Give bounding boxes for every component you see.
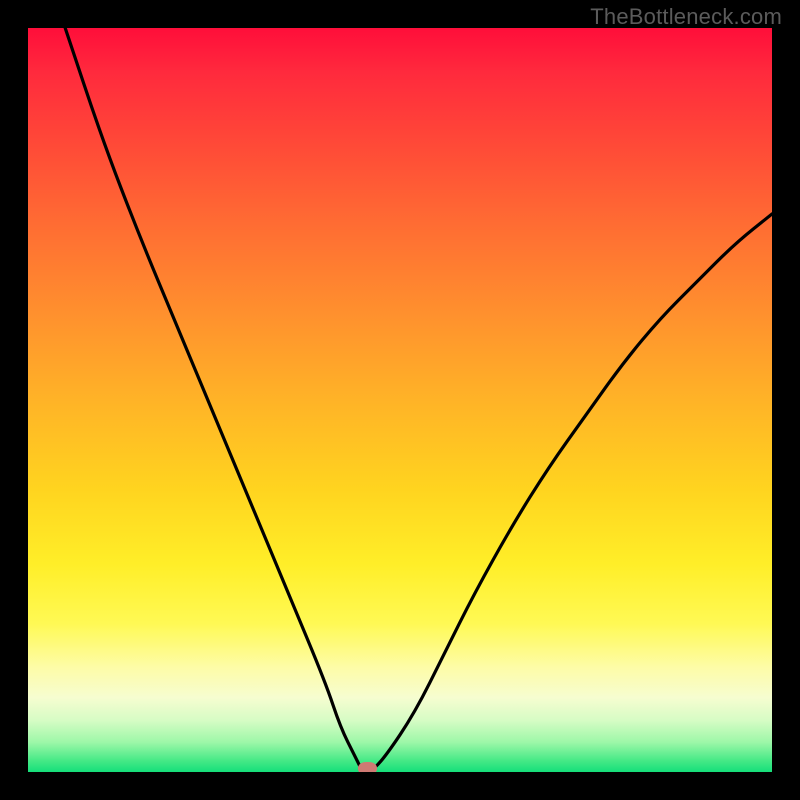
optimum-marker [358, 762, 377, 772]
curve-path [65, 28, 772, 772]
chart-frame: TheBottleneck.com [0, 0, 800, 800]
plot-area [28, 28, 772, 772]
watermark-text: TheBottleneck.com [590, 4, 782, 30]
bottleneck-curve [28, 28, 772, 772]
